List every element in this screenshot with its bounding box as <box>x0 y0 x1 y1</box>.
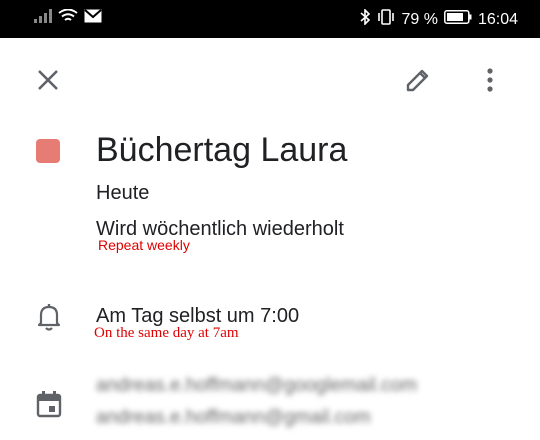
wifi-icon <box>58 8 78 28</box>
app-bar <box>0 38 540 124</box>
clock: 16:04 <box>477 10 518 28</box>
calendar-account-primary: andreas.e.hoffmann@googlemail.com <box>96 375 418 396</box>
status-left <box>34 8 102 28</box>
signal-icon <box>34 9 52 28</box>
status-right: 79 % 16:04 <box>359 8 518 30</box>
event-title: Büchertag Laura <box>96 131 348 169</box>
reminder-annotation: On the same day at 7am <box>94 325 239 341</box>
more-vert-icon[interactable] <box>470 60 510 100</box>
battery-percent: 79 % <box>401 10 438 28</box>
bell-icon <box>36 303 62 331</box>
calendar-account-secondary: andreas.e.hoffmann@gmail.com <box>96 407 371 428</box>
calendar-icon <box>36 390 62 418</box>
gmail-icon <box>84 9 102 28</box>
status-bar: 79 % 16:04 <box>0 0 540 38</box>
event-title-row: Büchertag Laura <box>36 130 516 174</box>
vibrate-icon <box>377 9 395 30</box>
bluetooth-icon <box>359 8 371 30</box>
edit-pencil-icon[interactable] <box>398 60 438 100</box>
event-color-chip <box>36 139 60 163</box>
battery-icon <box>444 10 472 29</box>
event-date: Heute <box>96 182 150 204</box>
recurrence-annotation: Repeat weekly <box>98 237 190 253</box>
close-icon[interactable] <box>28 60 68 100</box>
